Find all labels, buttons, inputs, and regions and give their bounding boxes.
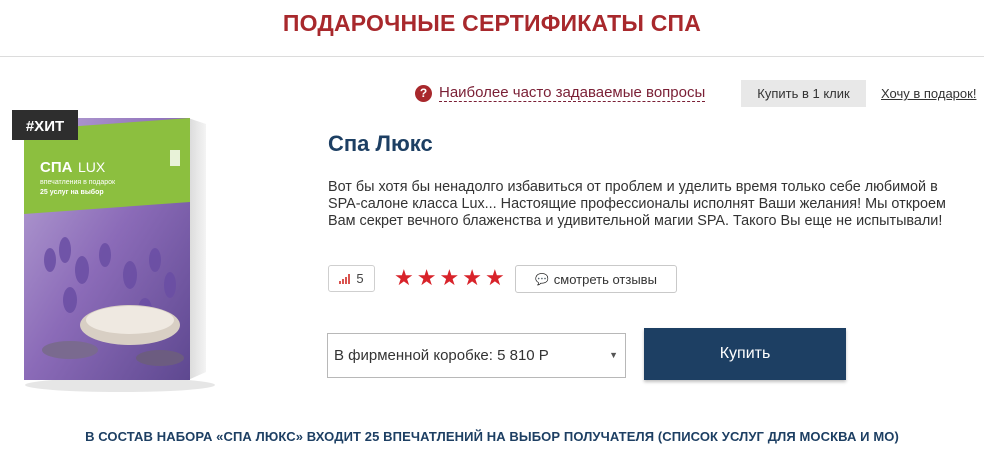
- dropdown-caret-icon: ▼: [609, 350, 618, 360]
- rating-count-value: 5: [356, 271, 364, 286]
- star-icon: ★: [439, 265, 460, 290]
- rating-count-badge[interactable]: 5: [328, 265, 375, 292]
- box-subtitle-1: впечатления в подарок: [40, 179, 116, 186]
- title-divider: [0, 56, 984, 57]
- want-as-gift-link[interactable]: Хочу в подарок!: [881, 86, 976, 101]
- package-select[interactable]: В фирменной коробке: 5 810 Р ▼: [327, 333, 626, 378]
- product-name: Спа Люкс: [328, 131, 433, 156]
- set-contents-heading: В СОСТАВ НАБОРА «СПА ЛЮКС» ВХОДИТ 25 ВПЕ…: [85, 429, 899, 444]
- view-reviews-button[interactable]: 💬 смотреть отзывы: [515, 265, 677, 293]
- faq-link[interactable]: ? Наиболее часто задаваемые вопросы: [415, 84, 706, 102]
- hit-badge: #ХИТ: [26, 118, 64, 135]
- chat-bubble-icon: 💬: [535, 273, 549, 286]
- star-icon: ★: [394, 265, 414, 290]
- box-title-main: СПА: [40, 159, 73, 176]
- star-icon: ★: [462, 265, 482, 290]
- buy-button[interactable]: Купить: [644, 328, 846, 380]
- star-rating: ★ ★ ★ ★ ★: [394, 266, 508, 290]
- product-box-image: #ХИТ СПА LUX впечатления в подарок 25 ус…: [10, 110, 215, 395]
- box-title-sub: LUX: [78, 159, 106, 175]
- signal-bars-icon: [339, 273, 351, 284]
- page-title: ПОДАРОЧНЫЕ СЕРТИФИКАТЫ СПА: [282, 10, 702, 36]
- package-select-value: В фирменной коробке: 5 810 Р: [334, 347, 549, 364]
- box-subtitle-2: 25 услуг на выбор: [40, 188, 104, 196]
- star-icon: ★: [416, 265, 437, 290]
- question-icon: ?: [415, 84, 432, 102]
- product-description: Вот бы хотя бы ненадолго избавиться от п…: [328, 179, 946, 229]
- view-reviews-label: смотреть отзывы: [553, 271, 657, 287]
- faq-link-label: Наиболее часто задаваемые вопросы: [439, 84, 706, 102]
- buy-one-click-button[interactable]: Купить в 1 клик: [741, 80, 866, 107]
- star-icon: ★: [484, 265, 505, 290]
